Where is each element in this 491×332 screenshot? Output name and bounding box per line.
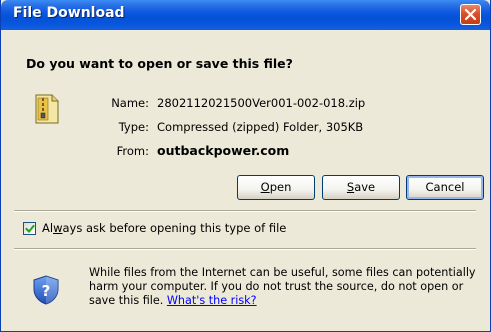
from-label: From:	[116, 144, 149, 158]
file-download-dialog: File Download Do you want to open or sav…	[0, 0, 491, 332]
close-button[interactable]	[460, 4, 481, 25]
label-part-2: ays ask before opening this type of file	[62, 221, 287, 235]
file-type-value: Compressed (zipped) Folder, 305KB	[157, 120, 364, 134]
open-button-label-rest: pen	[269, 180, 292, 194]
warning-line-3-text: save this file.	[89, 294, 167, 307]
warning-line-2: harm your computer. If you do not trust …	[89, 280, 464, 293]
name-label: Name:	[111, 96, 149, 110]
title-bar[interactable]: File Download	[1, 0, 490, 30]
save-button-label-rest: ave	[354, 180, 376, 194]
svg-text:?: ?	[42, 282, 51, 300]
whats-the-risk-link[interactable]: What's the risk?	[167, 294, 257, 307]
separator-top	[14, 210, 476, 212]
cancel-button-label: Cancel	[425, 180, 465, 194]
open-button[interactable]: Open	[237, 175, 315, 200]
file-name-value: 2802112021500Ver001-002-018.zip	[157, 96, 366, 110]
type-label: Type:	[118, 120, 149, 134]
file-source-value: outbackpower.com	[157, 143, 290, 158]
always-ask-checkbox[interactable]	[23, 222, 36, 235]
warning-line-3: save this file. What's the risk?	[89, 294, 479, 308]
window-title: File Download	[13, 5, 125, 21]
cancel-button[interactable]: Cancel	[406, 175, 484, 200]
separator-bottom	[14, 248, 476, 250]
open-accel-char: O	[260, 180, 270, 194]
security-warning-text: While files from the Internet can be use…	[89, 266, 479, 308]
save-button[interactable]: Save	[322, 175, 400, 200]
dialog-question: Do you want to open or save this file?	[26, 56, 293, 71]
always-ask-label[interactable]: Always ask before opening this type of f…	[42, 221, 286, 235]
checkmark-icon	[25, 224, 35, 233]
warning-line-1: While files from the Internet can be use…	[89, 266, 476, 279]
label-part-1: Al	[42, 221, 54, 235]
close-icon	[464, 8, 477, 21]
security-shield-icon: ?	[33, 275, 59, 305]
